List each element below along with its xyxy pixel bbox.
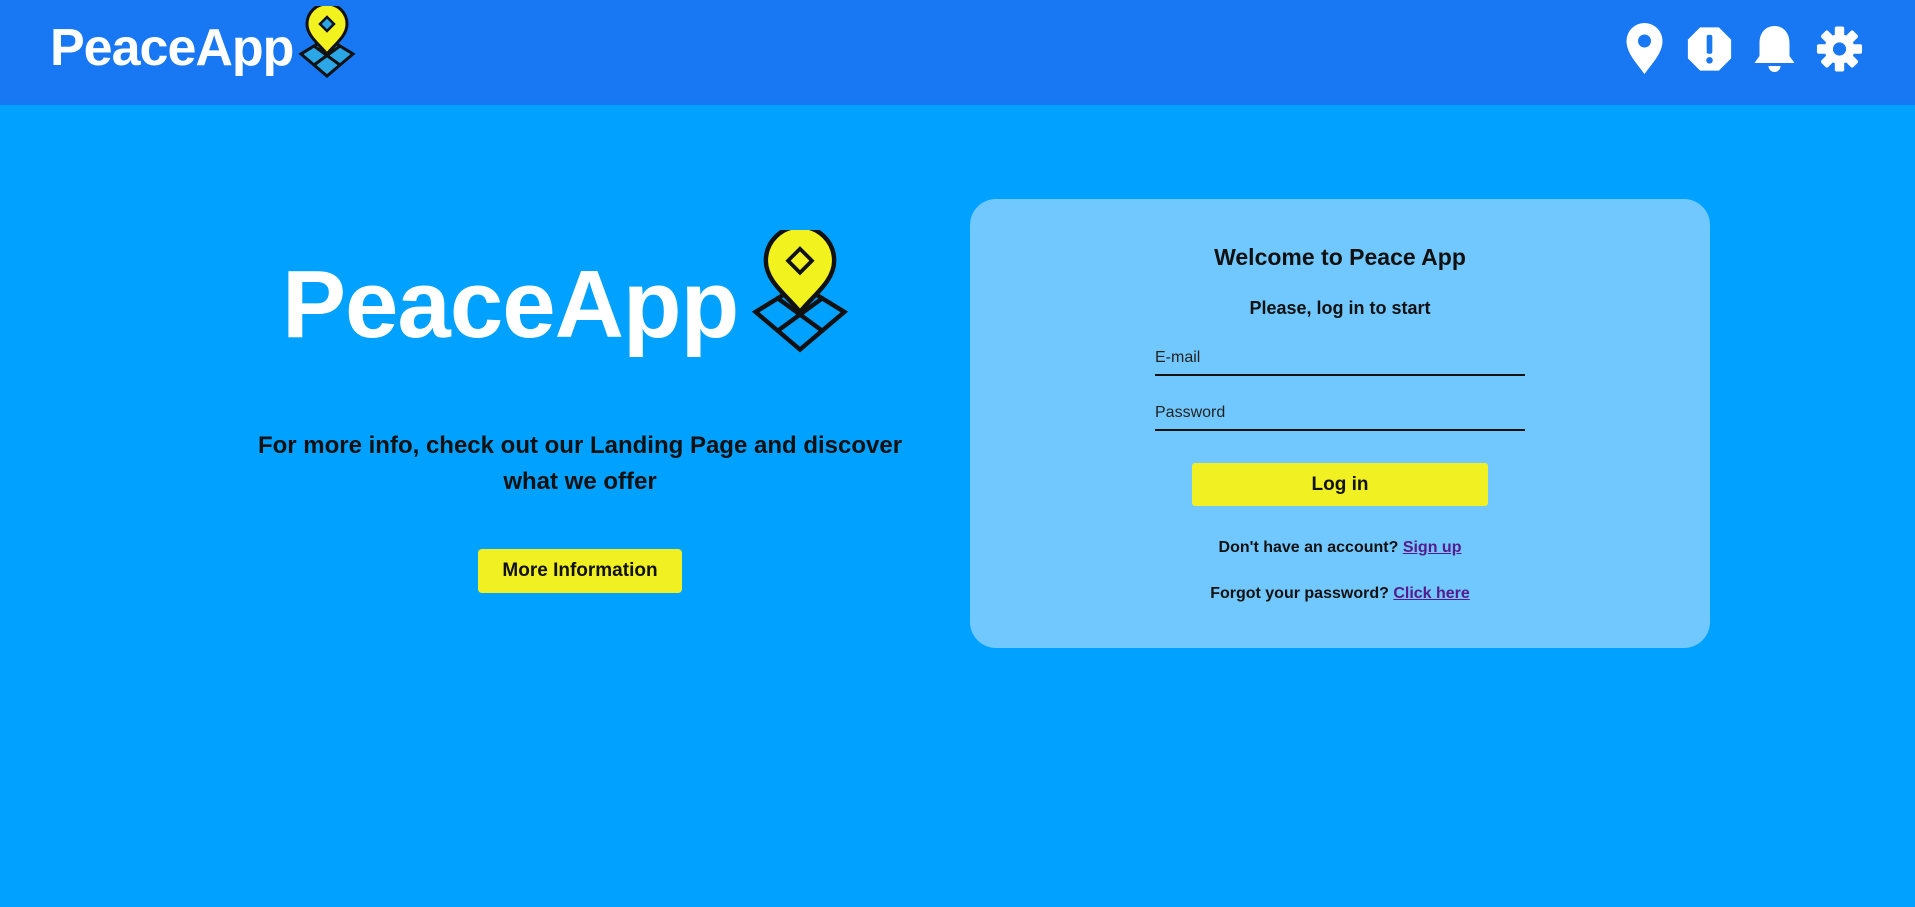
gear-icon xyxy=(1816,26,1863,72)
alert-button[interactable] xyxy=(1686,22,1733,76)
more-information-button[interactable]: More Information xyxy=(478,549,682,593)
password-field[interactable] xyxy=(1155,397,1525,431)
forgot-password-prompt: Forgot your password? Click here xyxy=(970,585,1710,603)
map-pin-button[interactable] xyxy=(1621,22,1668,76)
login-title: Welcome to Peace App xyxy=(1214,244,1466,270)
hero-brand: PeaceApp xyxy=(282,230,868,370)
top-header: PeaceApp xyxy=(0,0,1915,105)
notifications-button[interactable] xyxy=(1751,22,1798,76)
signup-link[interactable]: Sign up xyxy=(1403,539,1462,556)
map-pin-icon xyxy=(1626,23,1663,74)
login-button[interactable]: Log in xyxy=(1192,463,1488,506)
login-card: Welcome to Peace App Please, log in to s… xyxy=(970,199,1710,648)
bell-icon xyxy=(1754,26,1795,72)
forgot-password-text: Forgot your password? xyxy=(1210,585,1389,602)
landing-info-text: For more info, check out our Landing Pag… xyxy=(257,432,903,495)
hero-map-logo-icon xyxy=(752,230,849,353)
header-brand-text: PeaceApp xyxy=(50,19,294,77)
forgot-password-link[interactable]: Click here xyxy=(1393,585,1469,602)
hero-brand-text: PeaceApp xyxy=(282,251,739,358)
map-logo-icon xyxy=(298,6,357,78)
email-field[interactable] xyxy=(1155,342,1525,376)
login-subtitle: Please, log in to start xyxy=(1249,298,1431,318)
header-brand-logo[interactable]: PeaceApp xyxy=(50,6,365,88)
alert-icon xyxy=(1687,27,1732,71)
header-icon-bar xyxy=(1621,22,1863,76)
signup-prompt: Don't have an account? Sign up xyxy=(970,539,1710,557)
settings-button[interactable] xyxy=(1816,22,1863,76)
signup-prompt-text: Don't have an account? xyxy=(1218,539,1399,556)
